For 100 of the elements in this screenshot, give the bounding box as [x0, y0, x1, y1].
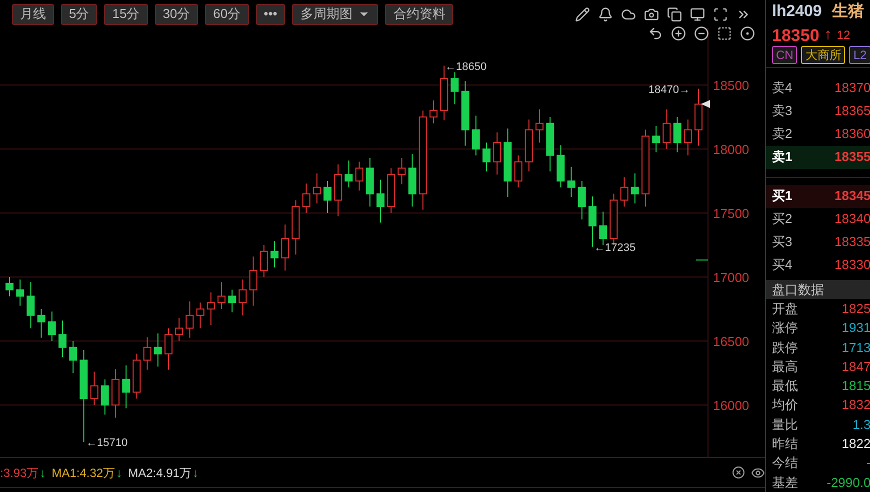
toolbar-button[interactable]: 5分 [61, 4, 98, 24]
order-label: 买3 [772, 233, 792, 252]
camera-icon[interactable] [644, 6, 659, 22]
last-price: 18350 [772, 24, 820, 47]
toolbar-button[interactable]: 30分 [154, 4, 198, 24]
price-annotation: 18470→ [648, 84, 690, 96]
candle [69, 340, 78, 374]
frame-icon[interactable] [717, 26, 732, 41]
candle [387, 168, 396, 214]
price-annotation: ←15710 [86, 437, 128, 450]
stat-label: 均价 [772, 396, 798, 414]
candle [493, 132, 502, 176]
price-marker-icon [701, 100, 710, 108]
volume-legend: :3.93万 [0, 464, 39, 482]
candle [588, 196, 596, 248]
axis-label: 16500 [713, 334, 750, 349]
order-price: 18365 [834, 102, 870, 120]
stat-label: 最低 [772, 377, 798, 396]
stat-label: 最高 [772, 358, 798, 376]
candle [546, 116, 554, 172]
order-price: 18355 [834, 148, 870, 166]
candle [312, 172, 321, 204]
copy-icon[interactable] [667, 6, 682, 22]
order-price: 18360 [834, 125, 870, 144]
toolbar-button[interactable]: ••• [256, 4, 286, 24]
zoom-in-icon[interactable] [671, 26, 686, 41]
candle [281, 224, 290, 272]
axis-label: 18500 [713, 78, 750, 93]
candle [578, 180, 586, 220]
stat-value: 1832 [842, 396, 870, 414]
toolbar-button[interactable]: 15分 [104, 4, 148, 24]
candle [112, 368, 120, 418]
order-label: 卖1 [772, 148, 792, 166]
candle [238, 279, 247, 316]
candle [408, 154, 416, 208]
candle [218, 282, 226, 310]
candle [48, 311, 56, 342]
stat-label: 跌停 [772, 338, 798, 357]
exchange-tag: 大商所 [801, 46, 846, 64]
candle [694, 88, 702, 146]
order-price: 18340 [834, 210, 870, 228]
price-change: 12 [836, 27, 850, 44]
candle [26, 282, 35, 329]
candle [100, 378, 109, 416]
order-label: 买2 [772, 210, 792, 228]
candle [292, 200, 300, 256]
order-label: 卖2 [772, 125, 792, 144]
settings-icon[interactable] [740, 26, 755, 41]
cloud-icon[interactable] [621, 6, 636, 22]
candle [440, 65, 448, 121]
symbol-code: lh2409 [772, 2, 822, 22]
eye-icon[interactable] [751, 466, 765, 480]
pencil-icon[interactable] [575, 6, 590, 22]
candle [154, 332, 162, 368]
trend-arrow: ↑ [824, 25, 832, 46]
stat-value: 1822 [842, 435, 870, 454]
candle [186, 300, 194, 338]
volume-legend: MA1:4.32万 [52, 464, 116, 482]
axis-label: 18000 [713, 142, 750, 157]
toolbar-button[interactable]: 60分 [205, 4, 249, 24]
toolbar-button[interactable]: 合约资料 [385, 4, 454, 24]
order-price: 18330 [834, 256, 870, 274]
monitor-icon[interactable] [690, 6, 705, 22]
stat-label: 昨结 [772, 435, 798, 454]
trend-arrow: ↓ [116, 464, 122, 482]
toolbar-button[interactable]: 多周期图 [292, 4, 378, 24]
candle [355, 161, 364, 192]
candle [461, 80, 470, 146]
stat-label: 开盘 [772, 300, 798, 318]
candle [662, 108, 671, 150]
candle [16, 279, 24, 306]
order-price: 18345 [834, 187, 870, 206]
fullscreen-icon[interactable] [713, 6, 728, 22]
zoom-out-icon[interactable] [694, 26, 709, 41]
order-price: 18335 [834, 233, 870, 252]
undo-icon[interactable] [648, 26, 663, 41]
order-price: 18370 [834, 79, 870, 98]
candle [334, 164, 342, 217]
stat-label: 今结 [772, 454, 798, 472]
candle [90, 371, 98, 406]
candle [556, 144, 565, 188]
bell-icon[interactable] [598, 6, 613, 22]
candle [514, 154, 522, 188]
stat-value: 1825 [842, 300, 870, 318]
toolbar-button[interactable]: 月线 [12, 4, 54, 24]
candle [37, 308, 46, 338]
order-label: 买1 [772, 187, 792, 206]
volume-legend: MA2:4.91万 [128, 464, 192, 482]
axis-label: 17500 [713, 206, 750, 221]
candle [620, 176, 628, 208]
stat-label: 涨停 [772, 319, 798, 338]
candle [249, 256, 258, 306]
candle [164, 328, 172, 370]
candle [536, 108, 544, 144]
candle [430, 100, 438, 124]
close-icon[interactable] [732, 466, 745, 479]
axis-label: 16000 [713, 398, 750, 413]
candle [143, 336, 152, 370]
candle [175, 317, 184, 342]
section-header: 盘口数据 [766, 280, 870, 300]
